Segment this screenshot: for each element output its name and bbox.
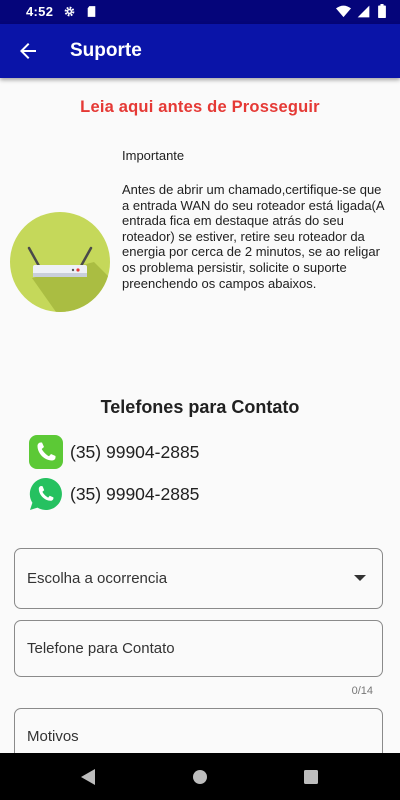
gear-icon [64, 6, 75, 17]
notice-body: Antes de abrir um chamado,certifique-se … [122, 182, 384, 291]
signal-icon [358, 5, 370, 18]
status-left-icons [63, 4, 97, 19]
whatsapp-row[interactable]: (35) 99904-2885 [28, 476, 328, 512]
notice-title: Leia aqui antes de Prosseguir [80, 98, 320, 116]
app-bar: Suporte [0, 24, 400, 78]
phone-contact-field[interactable]: Telefone para Contato [14, 620, 383, 677]
character-counter: 0/14 [351, 685, 373, 697]
sd-card-icon [87, 6, 95, 17]
wifi-icon [335, 5, 351, 18]
battery-icon [378, 4, 386, 18]
whatsapp-number: (35) 99904-2885 [70, 484, 200, 504]
status-bar: 4:52 [0, 0, 400, 24]
whatsapp-icon [29, 477, 62, 510]
occurrence-dropdown[interactable]: Escolha a ocorrencia [14, 548, 383, 609]
home-circle-icon[interactable] [192, 769, 208, 785]
back-triangle-icon[interactable] [81, 769, 95, 785]
router-icon [10, 212, 110, 312]
reasons-label: Motivos [27, 728, 79, 745]
page-title: Suporte [70, 40, 142, 61]
status-time: 4:52 [26, 4, 54, 19]
back-arrow-icon[interactable] [16, 39, 40, 63]
navigation-bar [0, 753, 400, 800]
phone-number: (35) 99904-2885 [70, 442, 200, 462]
recents-square-icon[interactable] [304, 770, 318, 784]
occurrence-label: Escolha a ocorrencia [27, 570, 168, 587]
status-right-icons [335, 4, 386, 19]
notice-heading: Importante [122, 148, 185, 163]
contacts-title: Telefones para Contato [100, 397, 300, 417]
phone-row[interactable]: (35) 99904-2885 [28, 434, 328, 470]
phone-contact-label: Telefone para Contato [27, 640, 175, 657]
chevron-down-icon [354, 575, 366, 581]
phone-icon [29, 435, 63, 469]
